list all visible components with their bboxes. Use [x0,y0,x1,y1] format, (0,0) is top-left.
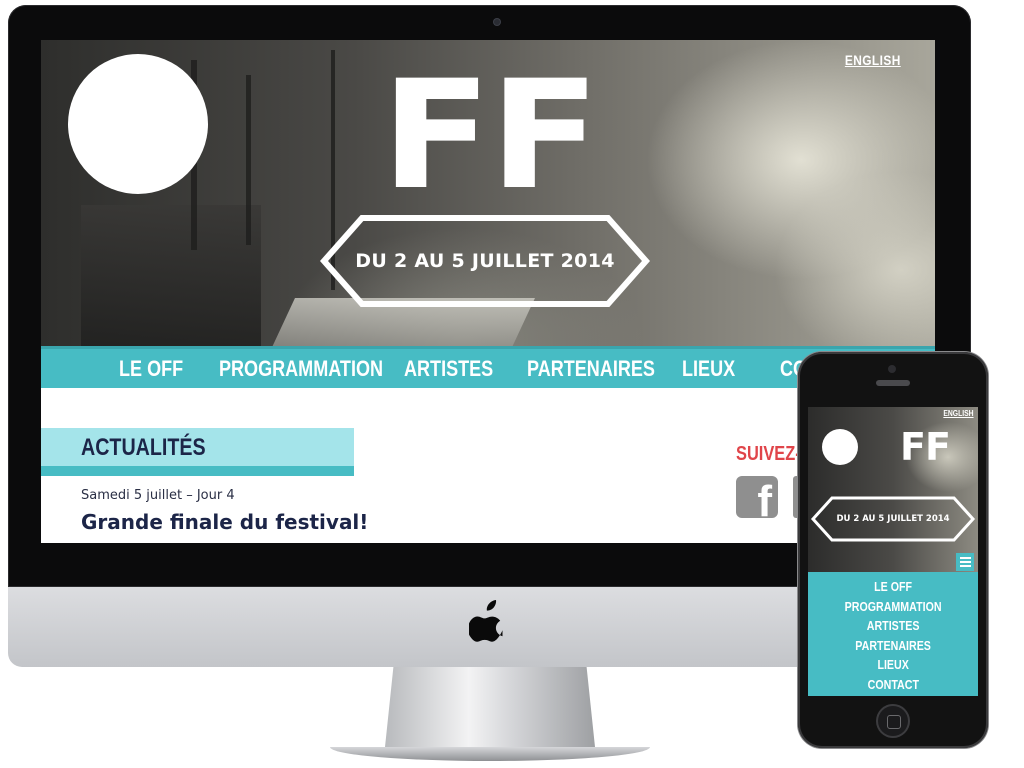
mobile-logo-text[interactable]: FF [900,428,951,466]
date-badge: DU 2 AU 5 JUILLET 2014 [318,212,652,310]
mobile-nav: LE OFF PROGRAMMATION ARTISTES PARTENAIRE… [808,574,978,696]
hero-photo-amplifier [81,205,261,346]
phone-speaker [876,380,910,386]
hero-photo-stand [246,75,251,245]
news-post-date: Samedi 5 juillet – Jour 4 [81,488,235,503]
news-post-title[interactable]: Grande finale du festival! [81,510,368,534]
nav-item-programmation[interactable]: PROGRAMMATION [219,349,383,388]
logo-text[interactable]: FF [381,61,600,211]
english-language-link[interactable]: ENGLISH [845,52,901,68]
nav-item-le-off[interactable]: LE OFF [119,349,183,388]
mobile-nav-item-le-off[interactable]: LE OFF [874,577,912,597]
logo-circle[interactable] [68,54,208,194]
iphone-device: ENGLISH FF DU 2 AU 5 JUILLET 2014 LE OFF… [798,352,988,748]
nav-item-partenaires[interactable]: PARTENAIRES [527,349,655,388]
apple-logo-icon [469,600,503,642]
mobile-date-badge-text: DU 2 AU 5 JUILLET 2014 [836,514,950,524]
phone-front-camera [888,365,896,373]
news-heading: ACTUALITÉS [81,434,206,461]
mobile-nav-item-lieux[interactable]: LIEUX [877,655,908,675]
home-button-icon[interactable] [876,704,910,738]
nav-item-artistes[interactable]: ARTISTES [404,349,493,388]
date-badge-text: DU 2 AU 5 JUILLET 2014 [355,250,615,272]
mobile-nav-item-artistes[interactable]: ARTISTES [867,616,920,636]
mobile-date-badge: DU 2 AU 5 JUILLET 2014 [810,495,976,543]
mobile-nav-item-partenaires[interactable]: PARTENAIRES [855,636,931,656]
facebook-glyph: f [757,477,772,519]
imac-stand-neck [385,667,595,747]
imac-stand-foot [330,747,650,761]
news-section-header: ACTUALITÉS [41,428,354,476]
nav-item-lieux[interactable]: LIEUX [682,349,735,388]
mobile-logo-circle[interactable] [822,429,858,465]
mobile-english-language-link[interactable]: ENGLISH [944,409,974,418]
mobile-screen: ENGLISH FF DU 2 AU 5 JUILLET 2014 LE OFF… [808,407,978,696]
mobile-hero-banner: ENGLISH FF DU 2 AU 5 JUILLET 2014 [808,407,978,572]
imac-camera [494,19,500,25]
mobile-nav-item-programmation[interactable]: PROGRAMMATION [845,597,942,617]
hamburger-menu-icon[interactable] [956,553,974,571]
mobile-nav-item-contact[interactable]: CONTACT [867,675,918,695]
hero-banner: FF ENGLISH DU 2 AU 5 JUILLET 2014 [41,40,935,346]
facebook-icon[interactable]: f [736,476,778,518]
